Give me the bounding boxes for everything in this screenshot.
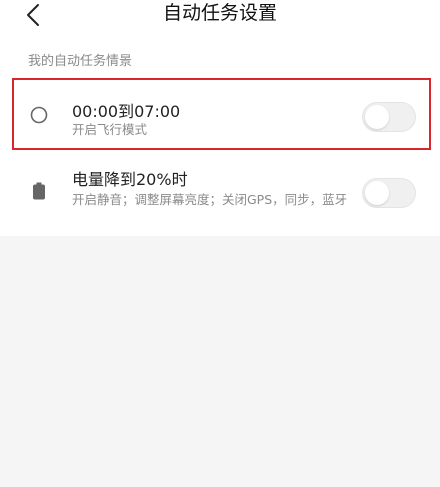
task-list-panel: 我的自动任务情景 00:00到07:00 开启飞行模式 电量降到20%时 开启静… [0,36,440,236]
task-subtitle: 开启飞行模式 [72,122,148,137]
task-title: 00:00到07:00 [72,102,181,121]
task-row-night[interactable]: 00:00到07:00 开启飞行模式 [0,78,440,152]
toggle-knob [365,181,389,205]
task-toggle-night[interactable] [362,102,416,132]
task-subtitle: 开启静音；调整屏幕亮度；关闭GPS，同步，蓝牙 [72,192,348,207]
task-toggle-battery[interactable] [362,178,416,208]
battery-icon [33,182,45,200]
task-row-battery[interactable]: 电量降到20%时 开启静音；调整屏幕亮度；关闭GPS，同步，蓝牙 [0,160,440,236]
toggle-knob [365,105,389,129]
page-title: 自动任务设置 [162,2,277,24]
app-header: 自动任务设置 [0,0,440,36]
moon-clock-icon [30,106,48,124]
task-title: 电量降到20%时 [72,170,188,189]
section-label: 我的自动任务情景 [28,54,133,69]
